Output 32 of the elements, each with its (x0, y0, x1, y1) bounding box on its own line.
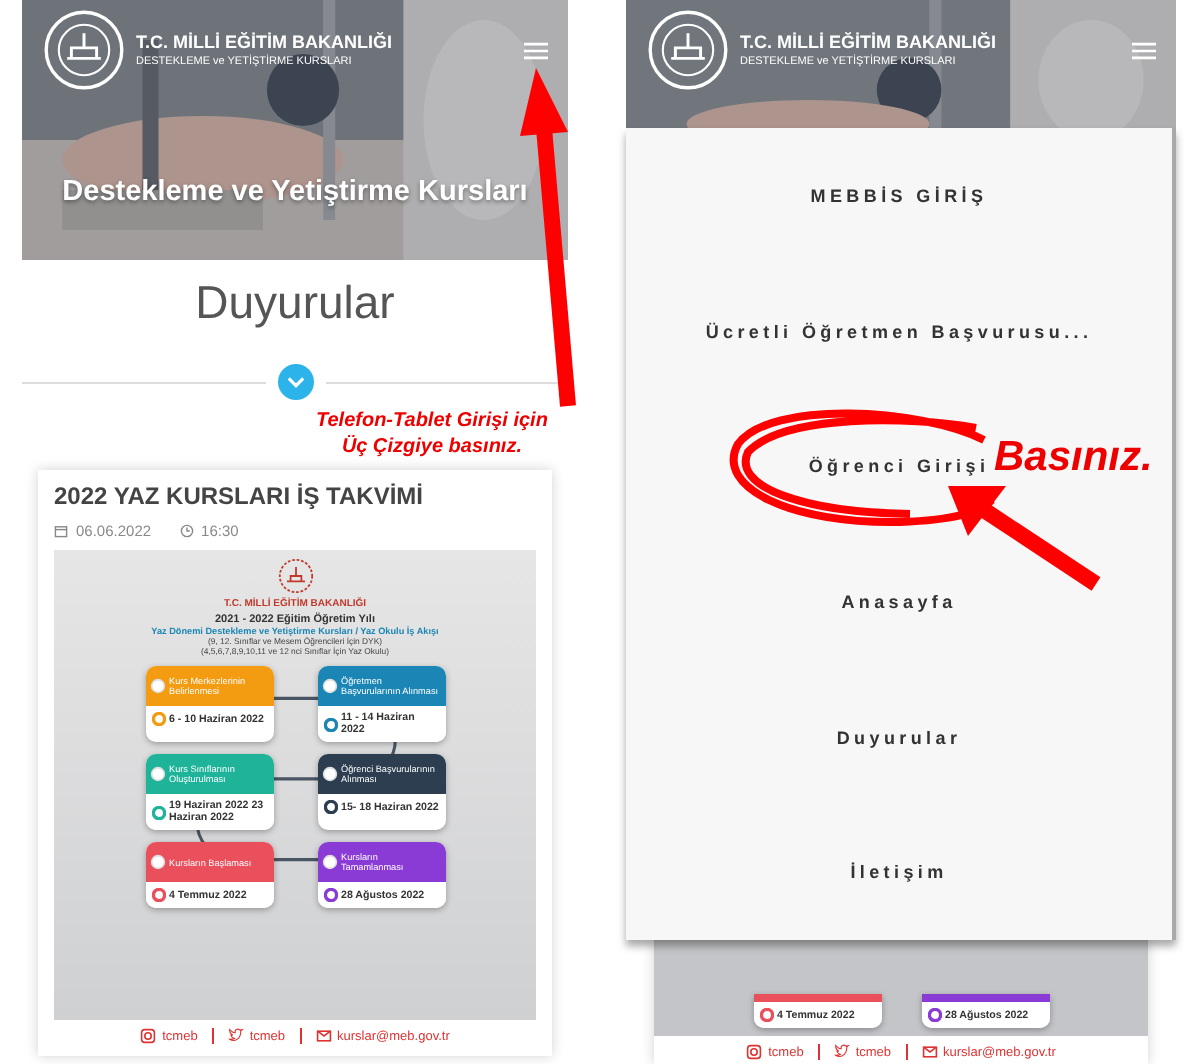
post-title[interactable]: 2022 YAZ KURSLARI İŞ TAKVİMİ (54, 482, 536, 510)
ministry-title: T.C. MİLLİ EĞİTİM BAKANLIĞI (740, 32, 998, 52)
circle-icon (321, 854, 337, 870)
hero-title: Destekleme ve Yetiştirme Kursları (60, 176, 530, 208)
menu-link[interactable]: İletişim (850, 804, 948, 941)
emblem-logo (277, 558, 313, 594)
envelope-icon[interactable] (921, 1044, 938, 1060)
menu-link[interactable]: Öğrenci Girişi (808, 398, 990, 535)
circle-icon (149, 678, 165, 694)
clock-icon (179, 524, 194, 538)
instagram-icon[interactable] (746, 1044, 763, 1060)
section-title: Duyurular (195, 276, 395, 330)
emblem-logo (42, 8, 126, 92)
menu-link[interactable]: Ücretli Öğretmen Başvurusu... (705, 263, 1093, 399)
emblem-logo (646, 8, 730, 92)
circle-icon (149, 766, 165, 782)
bird-icon[interactable] (227, 1028, 244, 1044)
circle-icon (321, 766, 337, 782)
ministry-title: T.C. MİLLİ EĞİTİM BAKANLIĞI (136, 32, 394, 52)
bird-icon[interactable] (833, 1044, 850, 1060)
circle-icon (321, 678, 337, 694)
calendar-icon (54, 524, 68, 538)
annotation-text: Telefon-Tablet Girişi için (316, 408, 548, 434)
instagram-icon[interactable] (140, 1028, 157, 1044)
menu-link[interactable]: Duyurular (836, 669, 962, 805)
annotation-text: Üç Çizgiye basınız. (341, 434, 522, 460)
annotation-text: Basınız. (994, 434, 1153, 482)
menu-link[interactable]: Anasayfa (841, 534, 957, 670)
menu-link[interactable]: MEBBİS GİRİŞ (810, 128, 988, 264)
envelope-icon[interactable] (315, 1028, 332, 1044)
circle-icon (149, 854, 165, 870)
chevron-down-icon[interactable] (277, 364, 313, 400)
